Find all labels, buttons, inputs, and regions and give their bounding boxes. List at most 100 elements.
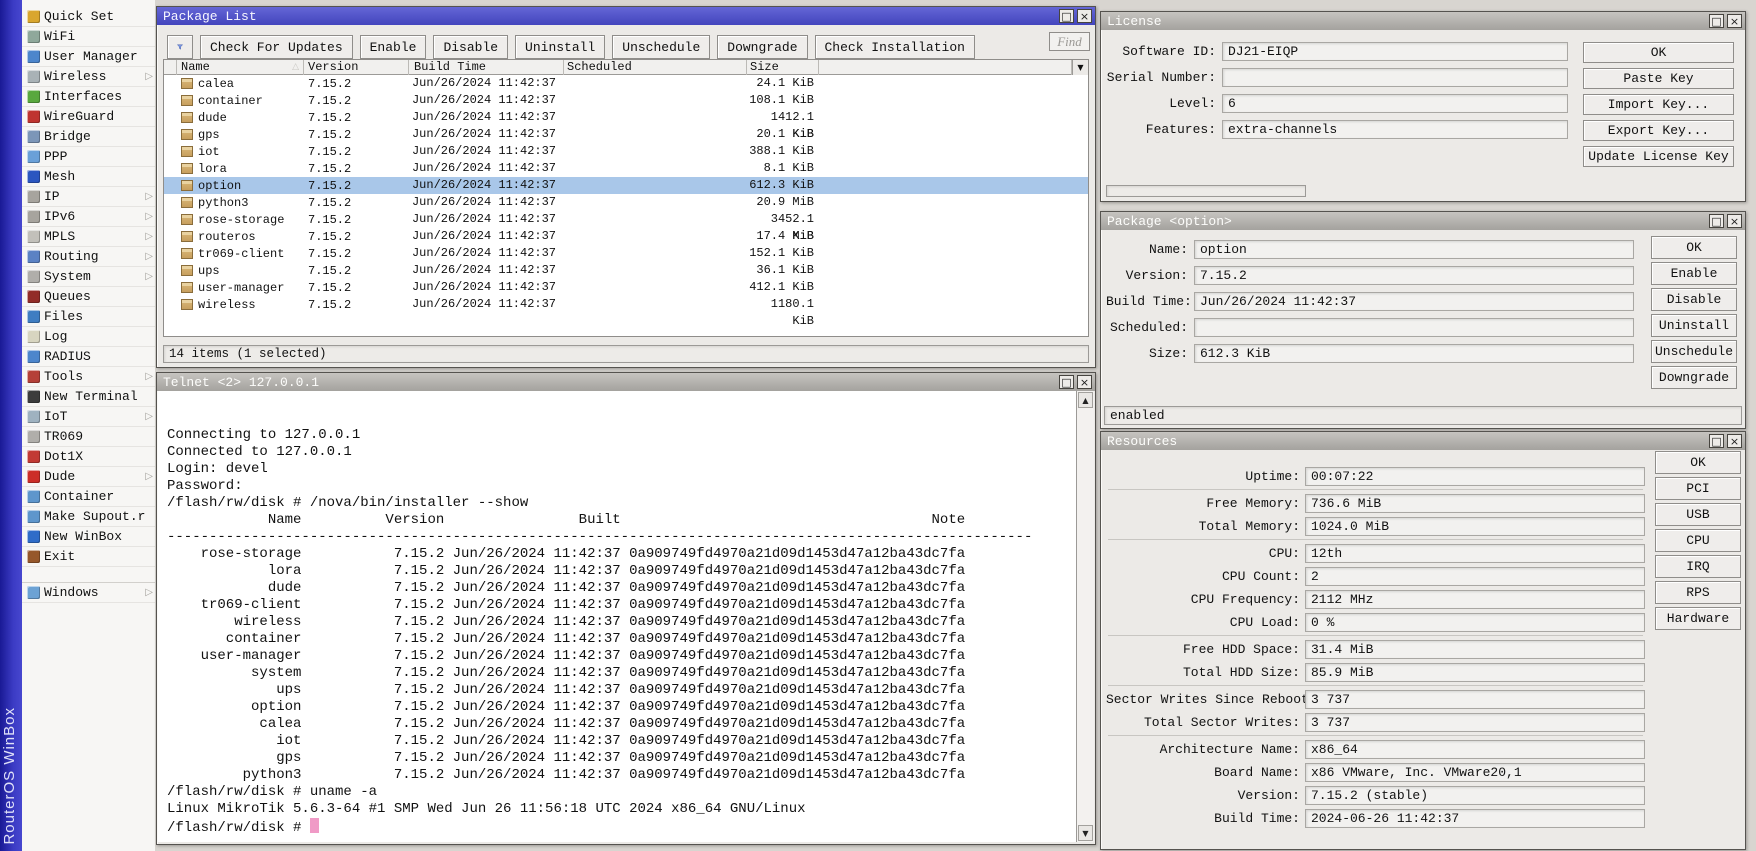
toolbar-button[interactable]: Unschedule — [612, 35, 710, 59]
column-header-name[interactable]: Name △ — [177, 60, 304, 75]
table-row[interactable]: container 7.15.2 Jun/26/2024 11:42:37 10… — [164, 92, 1088, 109]
dialog-button[interactable]: IRQ — [1655, 555, 1741, 578]
package-list-titlebar[interactable]: Package List □ × — [157, 7, 1095, 25]
table-row[interactable]: lora 7.15.2 Jun/26/2024 11:42:37 8.1 KiB — [164, 160, 1088, 177]
sidebar-item[interactable]: Container ▷ — [22, 487, 155, 507]
find-input[interactable]: Find — [1049, 32, 1090, 51]
table-row[interactable]: gps 7.15.2 Jun/26/2024 11:42:37 20.1 KiB — [164, 126, 1088, 143]
sidebar-item[interactable]: Tools ▷ — [22, 367, 155, 387]
sidebar-item[interactable]: Mesh ▷ — [22, 167, 155, 187]
sidebar-item[interactable]: System ▷ — [22, 267, 155, 287]
table-row[interactable]: routeros 7.15.2 Jun/26/2024 11:42:37 17.… — [164, 228, 1088, 245]
table-row[interactable]: python3 7.15.2 Jun/26/2024 11:42:37 20.9… — [164, 194, 1088, 211]
field-input[interactable]: 6 — [1222, 94, 1568, 113]
maximize-icon[interactable]: □ — [1059, 9, 1074, 23]
field-input[interactable]: 3 737 — [1305, 713, 1645, 732]
column-dropdown-icon[interactable]: ▼ — [1072, 60, 1088, 75]
dialog-button[interactable]: Unschedule — [1651, 340, 1737, 363]
sidebar-item[interactable]: Queues ▷ — [22, 287, 155, 307]
toolbar-button[interactable]: Downgrade — [717, 35, 807, 59]
field-input[interactable]: 00:07:22 — [1305, 467, 1645, 486]
table-row[interactable]: dude 7.15.2 Jun/26/2024 11:42:37 1412.1 … — [164, 109, 1088, 126]
table-row[interactable]: rose-storage 7.15.2 Jun/26/2024 11:42:37… — [164, 211, 1088, 228]
sidebar-item[interactable]: IPv6 ▷ — [22, 207, 155, 227]
field-input[interactable]: 2112 MHz — [1305, 590, 1645, 609]
sidebar-item[interactable]: Routing ▷ — [22, 247, 155, 267]
field-input[interactable]: Jun/26/2024 11:42:37 — [1194, 292, 1634, 311]
column-header-blank[interactable] — [164, 60, 177, 75]
dialog-button[interactable]: CPU — [1655, 529, 1741, 552]
filter-button[interactable] — [167, 35, 193, 59]
sidebar-item[interactable]: MPLS ▷ — [22, 227, 155, 247]
field-input[interactable]: 7.15.2 — [1194, 266, 1634, 285]
field-input[interactable]: extra-channels — [1222, 120, 1568, 139]
telnet-titlebar[interactable]: Telnet <2> 127.0.0.1 □ × — [157, 373, 1095, 391]
field-input[interactable]: 1024.0 MiB — [1305, 517, 1645, 536]
table-row[interactable]: wireless 7.15.2 Jun/26/2024 11:42:37 118… — [164, 296, 1088, 313]
dialog-button[interactable]: OK — [1651, 236, 1737, 259]
sidebar-item[interactable]: Interfaces ▷ — [22, 87, 155, 107]
sidebar-item[interactable]: User Manager ▷ — [22, 47, 155, 67]
field-input[interactable]: 0 % — [1305, 613, 1645, 632]
maximize-icon[interactable]: □ — [1709, 214, 1724, 228]
dialog-button[interactable]: OK — [1583, 42, 1734, 63]
table-row[interactable]: ups 7.15.2 Jun/26/2024 11:42:37 36.1 KiB — [164, 262, 1088, 279]
sidebar-item[interactable]: IP ▷ — [22, 187, 155, 207]
field-input[interactable]: 2024-06-26 11:42:37 — [1305, 809, 1645, 828]
field-input[interactable]: 85.9 MiB — [1305, 663, 1645, 682]
dialog-button[interactable]: Paste Key — [1583, 68, 1734, 89]
sidebar-item[interactable]: Files ▷ — [22, 307, 155, 327]
field-input[interactable] — [1194, 318, 1634, 337]
field-input[interactable]: DJ21-EIQP — [1222, 42, 1568, 61]
dialog-button[interactable]: Update License Key — [1583, 146, 1734, 167]
sidebar-item[interactable]: PPP ▷ — [22, 147, 155, 167]
table-row[interactable]: tr069-client 7.15.2 Jun/26/2024 11:42:37… — [164, 245, 1088, 262]
close-icon[interactable]: × — [1077, 375, 1092, 389]
field-input[interactable] — [1222, 68, 1568, 87]
dialog-button[interactable]: Hardware — [1655, 607, 1741, 630]
sidebar-item[interactable]: WiFi ▷ — [22, 27, 155, 47]
sidebar-item[interactable]: RADIUS ▷ — [22, 347, 155, 367]
sidebar-item[interactable]: Dot1X ▷ — [22, 447, 155, 467]
table-row[interactable]: user-manager 7.15.2 Jun/26/2024 11:42:37… — [164, 279, 1088, 296]
sidebar-item[interactable]: IoT ▷ — [22, 407, 155, 427]
terminal-scrollbar[interactable]: ▲ ▼ — [1076, 391, 1094, 842]
dialog-button[interactable]: Export Key... — [1583, 120, 1734, 141]
resources-titlebar[interactable]: Resources □ × — [1101, 432, 1745, 450]
column-header-build-time[interactable]: Build Time — [409, 60, 564, 75]
close-icon[interactable]: × — [1727, 434, 1742, 448]
dialog-button[interactable]: OK — [1655, 451, 1741, 474]
field-input[interactable]: 736.6 MiB — [1305, 494, 1645, 513]
field-input[interactable]: 612.3 KiB — [1194, 344, 1634, 363]
terminal-output[interactable]: Connecting to 127.0.0.1 Connected to 127… — [158, 391, 1076, 842]
maximize-icon[interactable]: □ — [1059, 375, 1074, 389]
maximize-icon[interactable]: □ — [1709, 434, 1724, 448]
scroll-down-btn[interactable]: ▼ — [1078, 825, 1093, 841]
toolbar-button[interactable]: Enable — [360, 35, 427, 59]
dialog-button[interactable]: Import Key... — [1583, 94, 1734, 115]
field-input[interactable]: 2 — [1305, 567, 1645, 586]
field-input[interactable]: x86_64 — [1305, 740, 1645, 759]
close-icon[interactable]: × — [1077, 9, 1092, 23]
dialog-button[interactable]: Disable — [1651, 288, 1737, 311]
close-icon[interactable]: × — [1727, 14, 1742, 28]
package-option-titlebar[interactable]: Package <option> □ × — [1101, 212, 1745, 230]
table-row[interactable]: option 7.15.2 Jun/26/2024 11:42:37 612.3… — [164, 177, 1088, 194]
license-titlebar[interactable]: License □ × — [1101, 12, 1745, 30]
sidebar-item[interactable]: Make Supout.rif ▷ — [22, 507, 155, 527]
table-row[interactable]: calea 7.15.2 Jun/26/2024 11:42:37 24.1 K… — [164, 75, 1088, 92]
toolbar-button[interactable]: Check For Updates — [200, 35, 353, 59]
sidebar-item-windows[interactable]: Windows ▷ — [22, 583, 155, 603]
table-row[interactable]: iot 7.15.2 Jun/26/2024 11:42:37 388.1 Ki… — [164, 143, 1088, 160]
column-header-scheduled[interactable]: Scheduled — [564, 60, 747, 75]
dialog-button[interactable]: Downgrade — [1651, 366, 1737, 389]
toolbar-button[interactable]: Check Installation — [815, 35, 975, 59]
sidebar-item[interactable]: TR069 ▷ — [22, 427, 155, 447]
sidebar-item[interactable]: Bridge ▷ — [22, 127, 155, 147]
sidebar-item[interactable]: New WinBox ▷ — [22, 527, 155, 547]
dialog-button[interactable]: Uninstall — [1651, 314, 1737, 337]
maximize-icon[interactable]: □ — [1709, 14, 1724, 28]
sidebar-item[interactable]: Exit ▷ — [22, 547, 155, 567]
dialog-button[interactable]: PCI — [1655, 477, 1741, 500]
field-input[interactable]: x86 VMware, Inc. VMware20,1 — [1305, 763, 1645, 782]
